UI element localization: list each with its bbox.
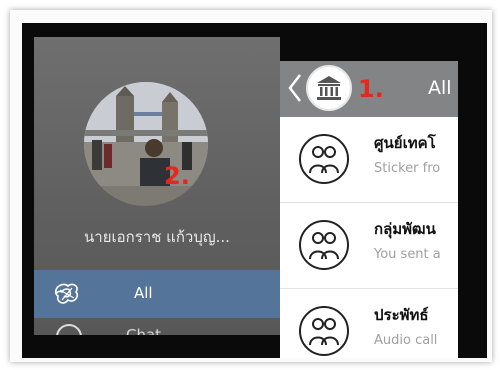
conversation-title: ศูนย์เทคโ bbox=[374, 134, 436, 152]
list-item[interactable]: กลุ่มพัฒน You sent a bbox=[280, 203, 458, 289]
side-drawer: 2. นายเอกราช แก้วบุญ... All Chat bbox=[34, 37, 280, 335]
conversation-header: 1. All bbox=[280, 61, 458, 117]
page-title: All bbox=[428, 77, 452, 99]
avatar[interactable]: 2. bbox=[84, 82, 208, 206]
government-building-icon[interactable] bbox=[306, 65, 352, 111]
list-item[interactable]: ศูนย์เทคโ Sticker fro bbox=[280, 117, 458, 203]
annotation-marker-2: 2. bbox=[164, 162, 190, 190]
menu-item-all[interactable]: All bbox=[34, 270, 280, 318]
menu-item-label: All bbox=[134, 284, 153, 302]
group-icon bbox=[298, 305, 350, 358]
group-icon bbox=[298, 133, 350, 189]
conversation-preview: Sticker fro bbox=[374, 161, 441, 176]
conversation-preview: You sent a bbox=[374, 247, 441, 262]
conversation-title: ประพัทธ์ bbox=[374, 306, 429, 324]
user-name[interactable]: นายเอกราช แก้วบุญ... bbox=[34, 225, 280, 249]
conversation-list: ศูนย์เทคโ Sticker fro กลุ่มพัฒน You sent… bbox=[280, 117, 458, 358]
list-item[interactable]: ประพัทธ์ Audio call bbox=[280, 289, 458, 358]
scribble-icon bbox=[52, 280, 82, 312]
menu-item-label: Chat bbox=[126, 326, 162, 335]
annotation-marker-1: 1. bbox=[358, 75, 384, 103]
conversation-title: กลุ่มพัฒน bbox=[374, 220, 436, 238]
conversation-preview: Audio call bbox=[374, 333, 438, 348]
circle-icon bbox=[56, 324, 82, 335]
menu-item-chat[interactable]: Chat bbox=[34, 320, 280, 335]
chevron-left-icon[interactable] bbox=[288, 73, 302, 103]
group-icon bbox=[298, 219, 350, 275]
